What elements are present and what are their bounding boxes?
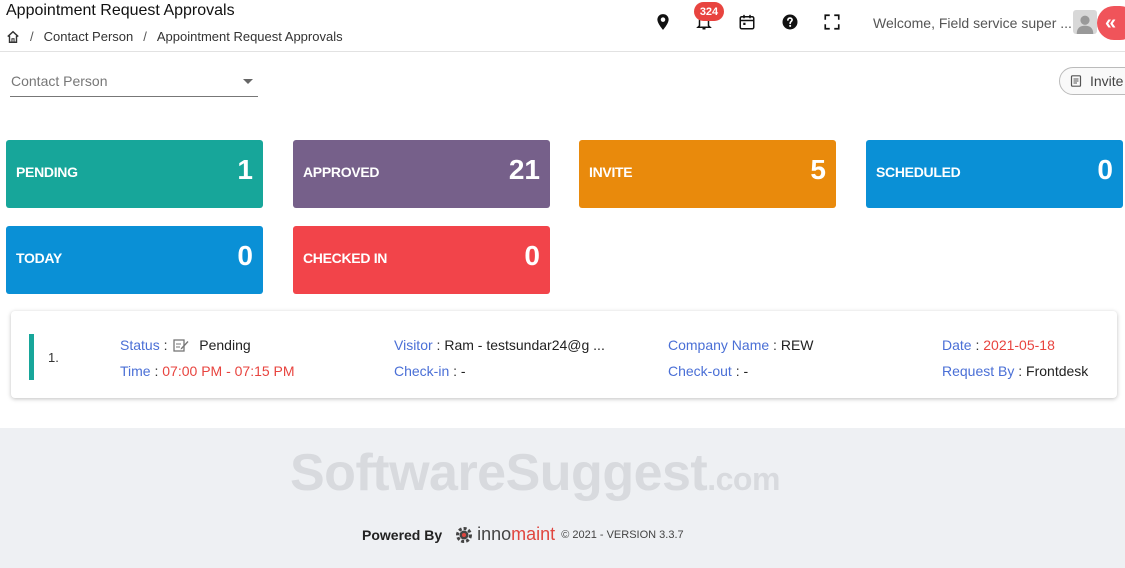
stat-card-checked-in[interactable]: CHECKED IN 0 (293, 226, 550, 294)
time-field: Time : 07:00 PM - 07:15 PM (120, 363, 295, 379)
checkout-value: - (743, 363, 749, 379)
stat-card-value: 0 (237, 240, 253, 271)
watermark-suffix: .com (707, 461, 780, 497)
date-field: Date : 2021-05-18 (942, 337, 1055, 353)
checkin-field: Check-in : - (394, 363, 466, 379)
company-value: REW (780, 337, 814, 353)
status-value: Pending (199, 337, 251, 353)
stat-card-today[interactable]: TODAY 0 (6, 226, 263, 294)
checkout-key: Check-out (668, 363, 732, 379)
status-indicator-bar (29, 334, 34, 380)
home-icon[interactable] (6, 30, 20, 44)
checkin-key: Check-in (394, 363, 450, 379)
stat-card-value: 0 (524, 240, 540, 271)
date-value: 2021-05-18 (983, 337, 1055, 353)
visitor-field: Visitor : Ram - testsundar24@g ... (394, 337, 605, 353)
breadcrumb: / Contact Person / Appointment Request A… (6, 29, 343, 44)
brand-name-second: maint (511, 524, 556, 544)
copyright-text: © 2021 - VERSION 3.3.7 (561, 528, 684, 541)
edit-note-icon[interactable] (173, 338, 189, 352)
request-list-item[interactable]: 1. Status : Pending Time : 07:00 PM - 07… (11, 311, 1117, 398)
time-value: 07:00 PM - 07:15 PM (162, 363, 295, 379)
stat-card-label: SCHEDULED (876, 164, 961, 180)
stat-card-label: APPROVED (303, 164, 380, 180)
stat-card-approved[interactable]: APPROVED 21 (293, 140, 550, 208)
map-pin-icon[interactable] (653, 12, 673, 32)
double-chevron-left-icon[interactable]: « (1097, 6, 1125, 40)
powered-by: Powered By inno maint © 2021 - VERSION 3.… (362, 524, 684, 545)
stat-card-value: 1 (237, 154, 253, 185)
calendar-icon[interactable] (737, 12, 757, 32)
checkout-field: Check-out : - (668, 363, 749, 379)
contact-person-select-label: Contact Person (11, 73, 108, 89)
time-key: Time (120, 363, 151, 379)
top-header: Appointment Request Approvals / Contact … (0, 0, 1125, 52)
stat-card-value: 5 (810, 154, 826, 185)
visitor-key: Visitor (394, 337, 433, 353)
welcome-text[interactable]: Welcome, Field service super ... (873, 15, 1072, 31)
breadcrumb-item-current: Appointment Request Approvals (156, 29, 343, 44)
checkin-value: - (460, 363, 466, 379)
stat-card-label: PENDING (16, 164, 78, 180)
company-key: Company Name (668, 337, 770, 353)
watermark-text: SoftwareSuggest (290, 444, 708, 502)
notification-count-badge: 324 (694, 2, 724, 21)
stat-card-label: TODAY (16, 250, 62, 266)
document-icon (1070, 75, 1082, 87)
powered-by-label: Powered By (362, 526, 443, 543)
date-key: Date (942, 337, 972, 353)
stat-card-label: INVITE (589, 164, 633, 180)
question-circle-icon[interactable] (780, 12, 800, 32)
caret-down-icon (243, 79, 253, 84)
user-icon[interactable] (1073, 10, 1097, 34)
breadcrumb-separator: / (30, 29, 34, 44)
breadcrumb-separator: / (143, 29, 147, 44)
row-index: 1. (48, 350, 59, 365)
watermark: SoftwareSuggest.com (290, 443, 780, 503)
stat-card-value: 21 (508, 154, 540, 185)
brand-name-first: inno (477, 524, 512, 544)
status-key: Status (120, 337, 160, 353)
invite-button-label: Invite (1090, 73, 1124, 89)
footer: SoftwareSuggest.com Powered By inno maint… (0, 428, 1125, 568)
status-field: Status : Pending (120, 337, 251, 353)
request-by-key: Request By (942, 363, 1015, 379)
contact-person-select[interactable]: Contact Person (10, 66, 258, 97)
stat-card-invite[interactable]: INVITE 5 (579, 140, 836, 208)
breadcrumb-item-contact-person[interactable]: Contact Person (44, 29, 134, 44)
expand-icon[interactable] (822, 12, 842, 32)
stat-card-pending[interactable]: PENDING 1 (6, 140, 263, 208)
stat-card-scheduled[interactable]: SCHEDULED 0 (866, 140, 1123, 208)
page-title: Appointment Request Approvals (6, 2, 235, 19)
visitor-value: Ram - testsundar24@g ... (444, 337, 605, 353)
stat-card-value: 0 (1097, 154, 1113, 185)
request-by-field: Request By : Frontdesk (942, 363, 1089, 379)
gear-icon (456, 526, 473, 543)
invite-button[interactable]: Invite (1059, 67, 1125, 95)
company-field: Company Name : REW (668, 337, 814, 353)
request-by-value: Frontdesk (1026, 363, 1089, 379)
stat-card-label: CHECKED IN (303, 250, 388, 266)
